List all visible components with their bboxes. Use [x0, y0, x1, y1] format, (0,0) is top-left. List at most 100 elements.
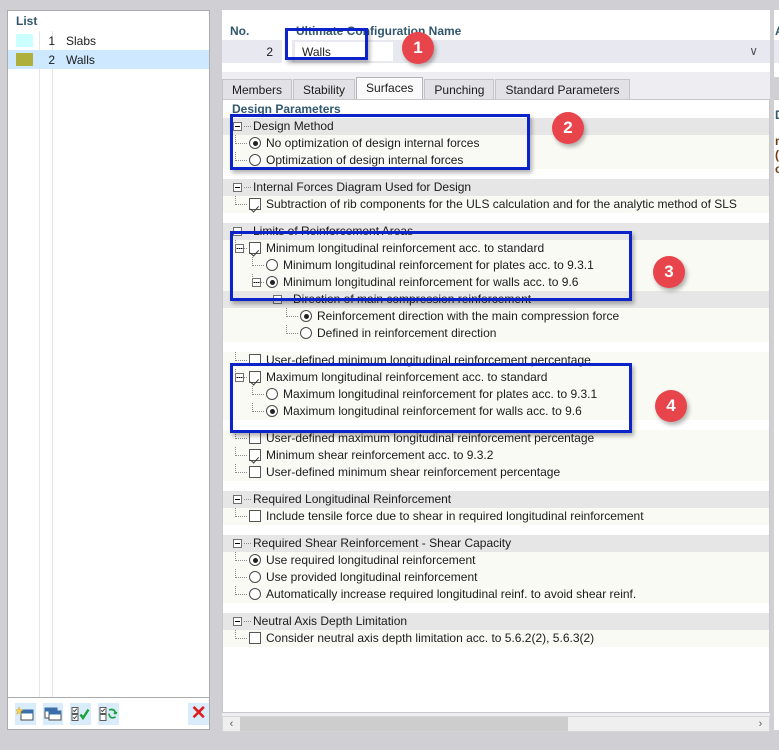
list-item[interactable]: 2 Walls	[8, 50, 209, 69]
tree-option-label: Minimum longitudinal reinforcement for p…	[283, 258, 594, 272]
tree-option-row[interactable]: User-defined minimum longitudinal reinfo…	[223, 352, 769, 369]
tree-option-row[interactable]: Reinforcement direction with the main co…	[223, 308, 769, 325]
no-label: No.	[230, 24, 250, 38]
tree-group-row: Neutral Axis Depth Limitation	[223, 613, 769, 630]
radio-button[interactable]	[300, 310, 312, 322]
tree-option-row[interactable]: Automatically increase required longitud…	[223, 586, 769, 603]
chevron-down-icon[interactable]: ∨	[749, 44, 758, 58]
configuration-name-input[interactable]: Walls	[295, 42, 393, 61]
scrollbar-thumb[interactable]	[240, 717, 568, 731]
tab-stability[interactable]: Stability	[293, 79, 356, 99]
tree-option-label: No optimization of design internal force…	[266, 136, 480, 150]
checkbox[interactable]	[249, 510, 261, 522]
copy-configuration-button[interactable]	[42, 702, 64, 725]
delete-configuration-button[interactable]: ✕	[188, 702, 210, 725]
tree-connector	[236, 248, 248, 249]
collapse-icon[interactable]	[233, 122, 242, 131]
tree-connector	[253, 282, 265, 283]
checkbox[interactable]	[249, 466, 261, 478]
list-toolbar: ✕	[7, 698, 210, 730]
radio-button[interactable]	[266, 259, 278, 271]
checkbox[interactable]	[249, 198, 261, 210]
new-configuration-button[interactable]	[15, 702, 36, 725]
tree-option-row[interactable]: User-defined minimum shear reinforcement…	[223, 464, 769, 481]
tree-option-row[interactable]: Defined in reinforcement direction	[223, 325, 769, 342]
tree-option-label: Consider neutral axis depth limitation a…	[266, 631, 595, 645]
tab-punching[interactable]: Punching	[424, 79, 495, 99]
checkbox[interactable]	[249, 449, 261, 461]
tree-option-row[interactable]: Consider neutral axis depth limitation a…	[223, 630, 769, 647]
tree-option-row[interactable]: Include tensile force due to shear in re…	[223, 508, 769, 525]
checkbox[interactable]	[249, 371, 261, 383]
tree-option-row[interactable]: User-defined maximum longitudinal reinfo…	[223, 430, 769, 447]
tree-connector	[236, 438, 248, 439]
tree-option-row[interactable]: Minimum shear reinforcement acc. to 9.3.…	[223, 447, 769, 464]
tree-connector	[244, 126, 251, 127]
radio-button[interactable]	[249, 137, 261, 149]
scrollbar-track[interactable]	[240, 717, 752, 731]
checkbox[interactable]	[249, 432, 261, 444]
main-panel: No. Ultimate Configuration Name 2 Walls …	[222, 10, 770, 732]
configuration-name-combobox[interactable]: Walls ∨	[292, 40, 770, 63]
checkbox[interactable]	[249, 632, 261, 644]
tree-option-row[interactable]: Minimum longitudinal reinforcement for p…	[223, 257, 769, 274]
radio-button[interactable]	[249, 154, 261, 166]
collapse-icon[interactable]	[233, 183, 242, 192]
radio-button[interactable]	[266, 405, 278, 417]
radio-button[interactable]	[249, 571, 261, 583]
tree-spacer	[223, 603, 769, 613]
annotation-badge-1: 1	[402, 32, 434, 64]
tree-option-row[interactable]: Subtraction of rib components for the UL…	[223, 196, 769, 213]
tree-option-label: Reinforcement direction with the main co…	[317, 309, 620, 323]
scroll-right-arrow-icon[interactable]: ›	[752, 718, 769, 730]
sliver-line-4: c	[775, 162, 779, 176]
invert-selection-button[interactable]	[98, 702, 119, 725]
tree-option-label: User-defined maximum longitudinal reinfo…	[266, 431, 595, 445]
color-swatch	[16, 34, 33, 47]
collapse-icon[interactable]	[233, 495, 242, 504]
sliver-header: A	[774, 10, 779, 72]
radio-button[interactable]	[266, 388, 278, 400]
list-item-label: Walls	[66, 52, 95, 67]
tree-connector	[236, 160, 248, 161]
select-all-button[interactable]	[70, 702, 92, 725]
tree-option-row[interactable]: Minimum longitudinal reinforcement for w…	[223, 274, 769, 291]
collapse-icon[interactable]	[233, 617, 242, 626]
tree-spacer	[223, 342, 769, 352]
checkbox-check-icon	[71, 706, 90, 721]
tree-option-row[interactable]: Maximum longitudinal reinforcement acc. …	[223, 369, 769, 386]
tab-bar: Members Stability Surfaces Punching Standard…	[222, 77, 631, 99]
tab-members[interactable]: Members	[222, 79, 293, 99]
tab-surfaces[interactable]: Surfaces	[356, 77, 424, 99]
scroll-left-arrow-icon[interactable]: ‹	[223, 718, 240, 730]
checkbox[interactable]	[249, 354, 261, 366]
radio-button[interactable]	[249, 588, 261, 600]
tree-option-row[interactable]: Maximum longitudinal reinforcement for w…	[223, 403, 769, 420]
radio-button[interactable]	[249, 554, 261, 566]
collapse-icon[interactable]	[233, 227, 242, 236]
tree-option-row[interactable]: Maximum longitudinal reinforcement for p…	[223, 386, 769, 403]
tree-option-row[interactable]: Optimization of design internal forces	[223, 152, 769, 169]
collapse-icon[interactable]	[233, 539, 242, 548]
checkbox[interactable]	[249, 242, 261, 254]
tree-option-row[interactable]: Use required longitudinal reinforcement	[223, 552, 769, 569]
configuration-header: No. Ultimate Configuration Name 2 Walls …	[222, 10, 770, 72]
radio-button[interactable]	[300, 327, 312, 339]
radio-button[interactable]	[266, 276, 278, 288]
tree-group-label: Required Shear Reinforcement - Shear Cap…	[253, 536, 512, 550]
annotation-badge-3: 3	[653, 256, 685, 288]
tree-connector	[236, 377, 248, 378]
tree-option-label: User-defined minimum shear reinforcement…	[266, 465, 561, 479]
tree-group-label: Required Longitudinal Reinforcement	[253, 492, 452, 506]
tree-option-row[interactable]: No optimization of design internal force…	[223, 135, 769, 152]
tree-connector	[287, 333, 299, 334]
tree-connector	[284, 299, 291, 300]
tree-option-row[interactable]: Minimum longitudinal reinforcement acc. …	[223, 240, 769, 257]
sliver-line-1: D	[775, 108, 779, 122]
tree-option-row[interactable]: Use provided longitudinal reinforcement	[223, 569, 769, 586]
list-item[interactable]: 1 Slabs	[8, 31, 209, 50]
tree-connector	[236, 143, 248, 144]
horizontal-scrollbar[interactable]: ‹ ›	[222, 716, 770, 732]
collapse-icon[interactable]	[273, 295, 282, 304]
tab-standard-parameters[interactable]: Standard Parameters	[495, 79, 630, 99]
